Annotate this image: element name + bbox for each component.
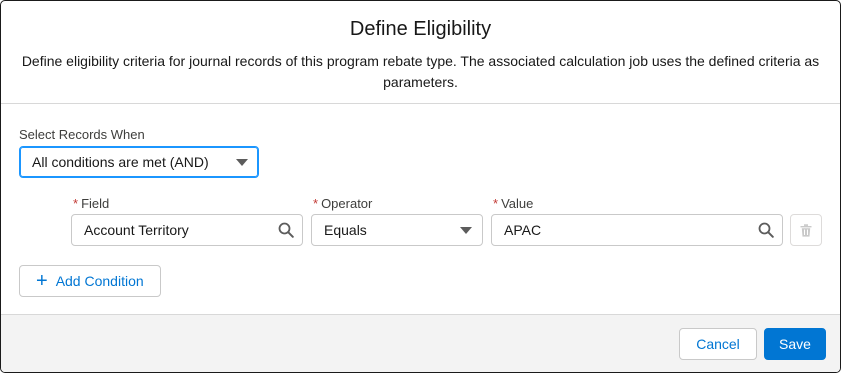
search-icon[interactable] [278, 222, 294, 238]
field-value: Account Territory [84, 222, 189, 238]
value-lookup-input[interactable]: APAC [491, 214, 783, 246]
trash-icon [800, 223, 812, 237]
plus-icon: + [36, 270, 48, 292]
value-value: APAC [504, 222, 542, 238]
select-records-dropdown[interactable]: All conditions are met (AND) [19, 146, 259, 178]
select-records-value: All conditions are met (AND) [32, 154, 209, 170]
add-condition-label: Add Condition [55, 273, 144, 289]
modal-header: Define Eligibility Define eligibility cr… [1, 1, 840, 104]
select-records-label: Select Records When [19, 127, 145, 142]
field-lookup-input[interactable]: Account Territory [71, 214, 303, 246]
chevron-down-icon [236, 159, 248, 166]
cancel-button[interactable]: Cancel [679, 328, 757, 360]
operator-value: Equals [324, 222, 367, 238]
define-eligibility-modal: Define Eligibility Define eligibility cr… [0, 0, 841, 373]
modal-footer: Cancel Save [1, 314, 840, 372]
add-condition-button[interactable]: + Add Condition [19, 265, 161, 297]
field-label: * Field [73, 196, 110, 211]
required-marker: * [493, 196, 499, 211]
modal-subtitle: Define eligibility criteria for journal … [21, 53, 820, 90]
chevron-down-icon [460, 227, 472, 234]
operator-label: * Operator [313, 196, 373, 211]
modal-title: Define Eligibility [349, 18, 492, 40]
required-marker: * [313, 196, 319, 211]
delete-condition-button[interactable] [790, 214, 822, 246]
value-label: * Value [493, 196, 534, 211]
save-button[interactable]: Save [764, 328, 826, 360]
required-marker: * [73, 196, 79, 211]
search-icon[interactable] [758, 222, 774, 238]
operator-dropdown[interactable]: Equals [311, 214, 483, 246]
